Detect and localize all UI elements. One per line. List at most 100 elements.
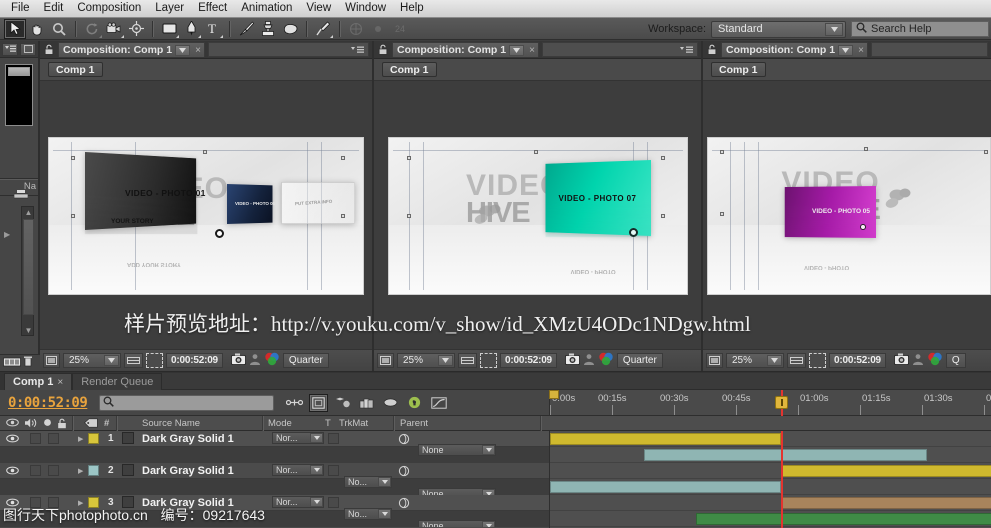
scroll-up-arrow-icon[interactable]: ▲ xyxy=(23,207,34,217)
timeline-ruler[interactable]: 0:00s 00:15s 00:30s 00:45s 01:00s 01:15s… xyxy=(549,390,991,416)
viewer-2-resolution[interactable]: Quarter xyxy=(616,353,663,368)
viewer-1-comp-chip[interactable]: Comp 1 xyxy=(48,62,103,77)
layer-3-video-toggle[interactable] xyxy=(5,495,19,510)
layer-1-label-color[interactable] xyxy=(88,433,99,444)
layer-2-mode-select[interactable]: Nor... xyxy=(272,464,324,476)
show-snapshot-icon[interactable] xyxy=(912,353,924,368)
project-scroll-thumb[interactable] xyxy=(23,219,34,315)
menu-item-window[interactable]: Window xyxy=(338,1,393,16)
layer-2-parent-link-icon[interactable] xyxy=(398,463,410,478)
layer-3-disclosure-tri../angle-icon[interactable]: ▶ xyxy=(78,495,83,510)
always-preview-this-view-button[interactable] xyxy=(377,353,394,368)
viewer-2-tab[interactable]: Composition: Comp 1 × xyxy=(392,42,539,57)
take-snapshot-icon[interactable] xyxy=(894,353,909,368)
lock-icon[interactable] xyxy=(706,43,718,56)
show-snapshot-icon[interactable] xyxy=(249,353,261,368)
layer-3-solo-toggle[interactable] xyxy=(48,497,59,508)
viewer-3-panel-menu[interactable] xyxy=(870,42,988,57)
layer-3-audio-toggle[interactable] xyxy=(30,497,41,508)
project-panel-collapse-icon[interactable] xyxy=(20,42,36,56)
viewer-3-comp-chip[interactable]: Comp 1 xyxy=(711,62,766,77)
region-of-interest-button[interactable] xyxy=(809,353,826,368)
layer-3-parent-link-icon[interactable] xyxy=(398,495,410,510)
layer-1-parent-select[interactable]: None xyxy=(418,444,496,456)
region-of-interest-button[interactable] xyxy=(480,353,497,368)
graph-editor-icon[interactable] xyxy=(429,394,448,412)
chevron-down-icon[interactable] xyxy=(175,44,191,56)
viewer-3-tab[interactable]: Composition: Comp 1 × xyxy=(721,42,868,57)
close-icon[interactable]: × xyxy=(195,45,201,56)
layer-2-source-name[interactable]: Dark Gray Solid 1 xyxy=(142,463,234,478)
grid-guides-button[interactable] xyxy=(458,353,477,368)
grid-guides-button[interactable] xyxy=(124,353,143,368)
disclosure-triangle-icon[interactable]: ▶ xyxy=(4,230,10,239)
hand-tool[interactable] xyxy=(26,19,48,39)
menu-item-view[interactable]: View xyxy=(299,1,338,16)
viewer-3-resolution[interactable]: Q xyxy=(945,353,966,368)
brush-tool[interactable] xyxy=(235,19,257,39)
layer-2-video-toggle[interactable] xyxy=(5,463,19,478)
project-panel-menu-icon[interactable] xyxy=(2,42,18,56)
viewer-1-zoom-select[interactable]: 25% xyxy=(63,353,121,368)
layer-2-label-color[interactable] xyxy=(88,465,99,476)
menu-item-file[interactable]: File xyxy=(4,1,37,16)
zoom-tool[interactable] xyxy=(48,19,70,39)
layer-3-mode-select[interactable]: Nor... xyxy=(272,496,324,508)
layer-3-source-name[interactable]: Dark Gray Solid 1 xyxy=(142,495,234,510)
draft-3d-icon[interactable] xyxy=(309,393,329,412)
show-channel-icon[interactable] xyxy=(598,352,614,369)
menu-item-edit[interactable]: Edit xyxy=(37,1,71,16)
show-snapshot-icon[interactable] xyxy=(583,353,595,368)
always-preview-this-view-button[interactable] xyxy=(43,353,60,368)
layer-2-preserve-transparency[interactable] xyxy=(328,465,339,476)
timeline-tab-render-queue[interactable]: Render Queue xyxy=(72,373,163,390)
rotation-tool[interactable] xyxy=(81,19,103,39)
viewer-2-zoom-select[interactable]: 25% xyxy=(397,353,455,368)
timeline-current-time[interactable]: 0:00:52:09 xyxy=(8,395,88,411)
lock-icon[interactable] xyxy=(43,43,55,56)
close-icon[interactable]: × xyxy=(57,377,63,388)
viewer-3-timecode[interactable]: 0:00:52:09 xyxy=(829,353,886,368)
layer-3-label-color[interactable] xyxy=(88,497,99,508)
viewer-1-resolution[interactable]: Quarter xyxy=(282,353,329,368)
region-of-interest-button[interactable] xyxy=(146,353,163,368)
camera-orbit-tool[interactable] xyxy=(103,19,125,39)
close-icon[interactable]: × xyxy=(529,45,535,56)
eraser-tool[interactable] xyxy=(279,19,301,39)
composition-mini-flowchart-icon[interactable] xyxy=(285,394,304,412)
grid-guides-button[interactable] xyxy=(787,353,806,368)
timeline-track-area[interactable] xyxy=(549,431,991,528)
menu-item-help[interactable]: Help xyxy=(393,1,431,16)
hide-shy-layers-icon[interactable] xyxy=(333,394,352,412)
proportional-grid-icon[interactable] xyxy=(367,19,389,39)
menu-item-layer[interactable]: Layer xyxy=(148,1,191,16)
brainstorm-icon[interactable] xyxy=(405,394,424,412)
menu-item-effect[interactable]: Effect xyxy=(191,1,234,16)
take-snapshot-icon[interactable] xyxy=(231,353,246,368)
viewer-1-stage[interactable]: VIDEO HIVE VIDEO - PHOTO 01 YOUR STORY V… xyxy=(40,82,372,349)
search-help-input[interactable]: Search Help xyxy=(851,21,989,37)
viewer-1-panel-menu[interactable] xyxy=(207,42,369,57)
viewer-3-stage[interactable]: VIDEO VE VIDEO - PHOTO 05 VIDEO - PHOTO xyxy=(703,82,991,349)
layer-1-audio-toggle[interactable] xyxy=(30,433,41,444)
delete-icon[interactable] xyxy=(24,356,32,370)
menu-item-animation[interactable]: Animation xyxy=(234,1,299,16)
pan-behind-tool[interactable] xyxy=(125,19,147,39)
motion-blur-icon[interactable] xyxy=(381,394,400,412)
viewer-2-timecode[interactable]: 0:00:52:09 xyxy=(500,353,557,368)
timeline-tab-comp-1[interactable]: Comp 1 × xyxy=(4,373,73,390)
clone-stamp-tool[interactable] xyxy=(257,19,279,39)
layer-1-solo-toggle[interactable] xyxy=(48,433,59,444)
project-scrollbar[interactable]: ▲ ▼ xyxy=(21,206,34,336)
show-channel-icon[interactable] xyxy=(264,352,280,369)
grid-guides-icon[interactable] xyxy=(345,19,367,39)
chevron-down-icon[interactable] xyxy=(838,44,854,56)
new-folder-icon[interactable] xyxy=(3,356,21,370)
viewer-2-comp-chip[interactable]: Comp 1 xyxy=(382,62,437,77)
layer-1-parent-link-icon[interactable] xyxy=(398,431,410,446)
layer-3-trkmat-select[interactable]: No... xyxy=(344,508,392,520)
layer-1-video-toggle[interactable] xyxy=(5,431,19,446)
always-preview-this-view-button[interactable] xyxy=(706,353,723,368)
lock-icon[interactable] xyxy=(377,43,389,56)
layer-1-mode-select[interactable]: Nor... xyxy=(272,432,324,444)
